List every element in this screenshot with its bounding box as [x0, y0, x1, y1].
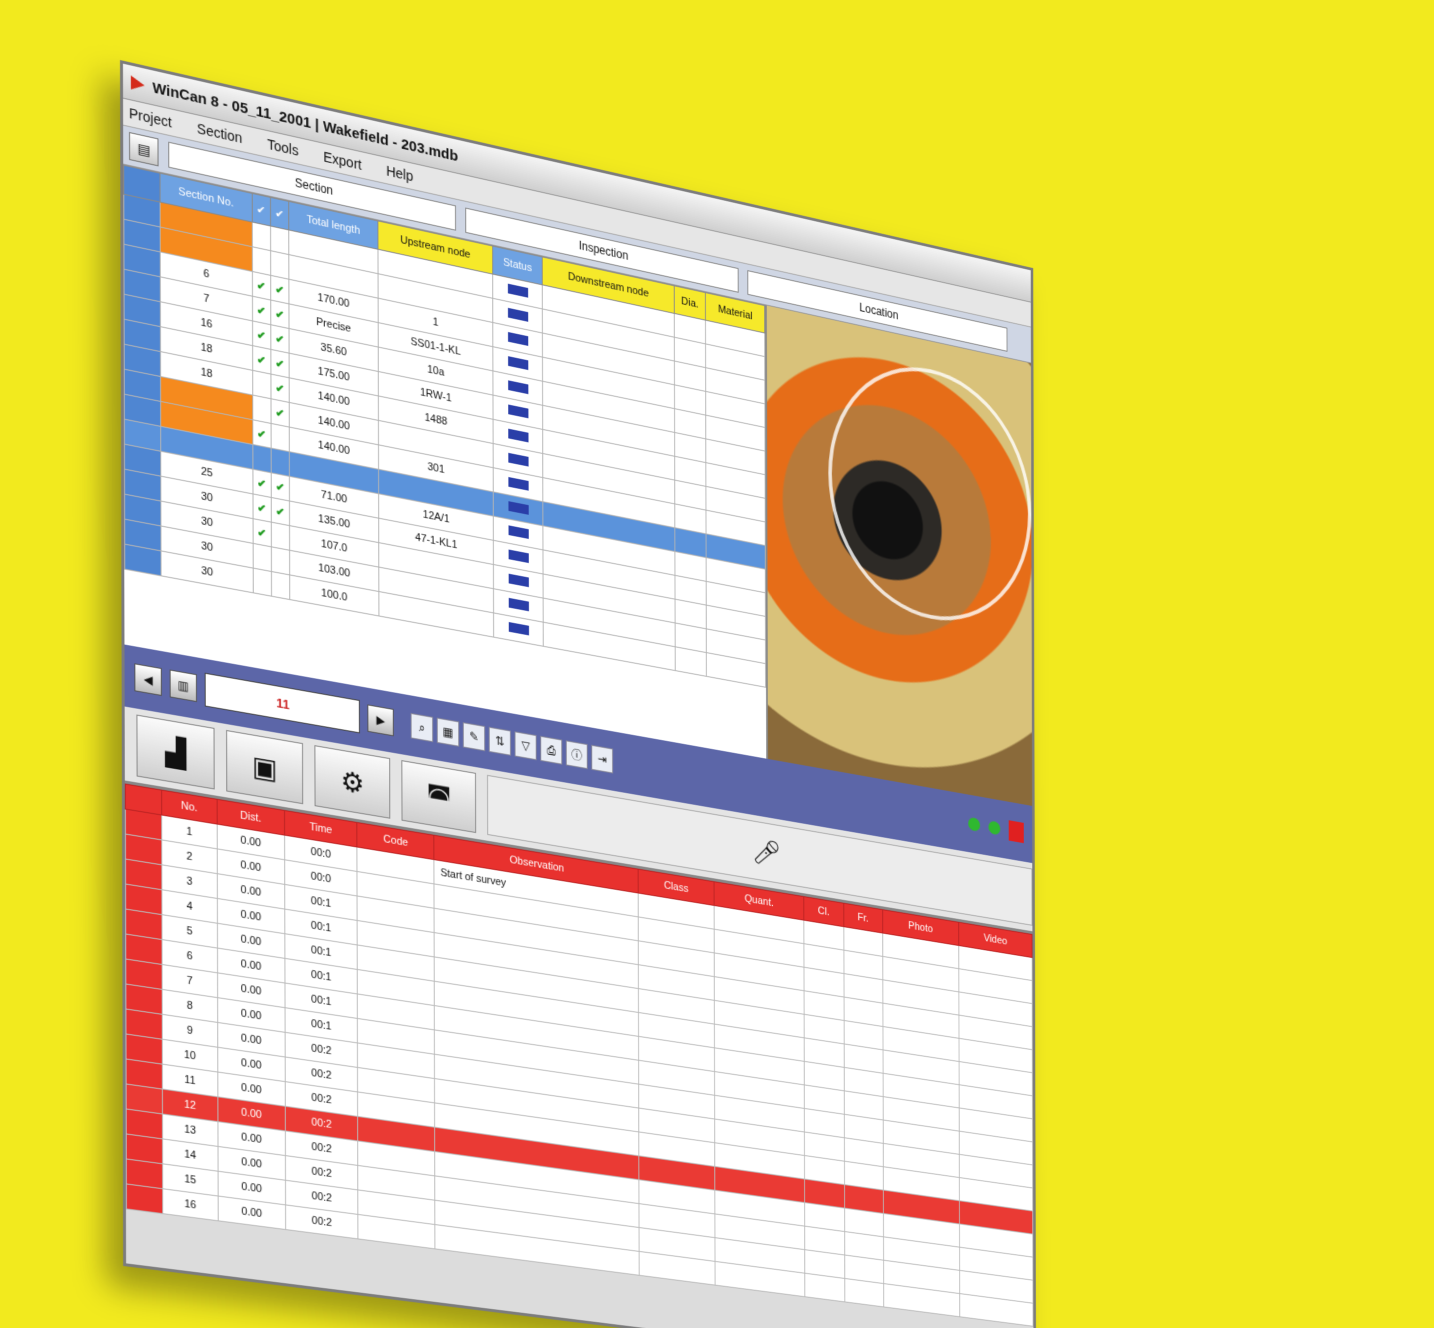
- col-check-2[interactable]: ✔: [270, 197, 289, 230]
- export-icon[interactable]: ⇥: [591, 744, 614, 774]
- print-icon[interactable]: ⎙: [540, 735, 563, 765]
- cell-check-1: [252, 444, 272, 473]
- menu-tools[interactable]: Tools: [267, 136, 298, 159]
- cell-obs-cl: [804, 1273, 845, 1302]
- filter-icon[interactable]: ▽: [514, 731, 537, 761]
- network-icon[interactable]: ⚙: [314, 745, 391, 819]
- sort-icon[interactable]: ⇅: [488, 726, 511, 756]
- search-icon[interactable]: ⌕: [410, 712, 434, 743]
- prev-record-button[interactable]: ◀: [134, 663, 162, 696]
- cell-check-2: ✔: [270, 300, 290, 329]
- screenshot-stage: WinCan 8 - 05_11_2001 | Wakefield - 203.…: [0, 0, 1434, 1328]
- cell-check-2: ✔: [271, 497, 290, 526]
- status-tag-icon: [507, 379, 529, 394]
- pipe-profile-icon[interactable]: ◚: [401, 760, 477, 834]
- cell-check-2: ✔: [271, 472, 290, 501]
- cell-check-1: [252, 543, 272, 572]
- cell-check-2: ✔: [270, 349, 290, 378]
- cell-check-2: [271, 546, 290, 575]
- cell-check-1: [252, 370, 271, 399]
- video-viewer[interactable]: [766, 305, 1033, 806]
- cell-dia: [674, 646, 707, 677]
- info-icon[interactable]: ⓘ: [565, 740, 588, 770]
- menu-export[interactable]: Export: [323, 149, 361, 173]
- edit-icon[interactable]: ✎: [462, 722, 486, 752]
- video-controls: [968, 813, 1024, 844]
- status-tag-icon: [508, 548, 529, 563]
- status-tag-icon: [507, 355, 528, 370]
- menu-help[interactable]: Help: [386, 163, 413, 185]
- inspect-window-icon[interactable]: ▣: [226, 729, 304, 805]
- table-icon[interactable]: ▦: [436, 717, 460, 747]
- app-window: WinCan 8 - 05_11_2001 | Wakefield - 203.…: [120, 60, 1037, 1328]
- camera-icon[interactable]: ▟: [136, 714, 215, 790]
- cell-check-1: ✔: [252, 419, 271, 449]
- status-tag-icon: [507, 331, 528, 346]
- status-tag-icon: [507, 283, 528, 298]
- obs-row-header: [126, 1183, 163, 1214]
- cell-check-1: ✔: [252, 345, 271, 375]
- cell-check-2: ✔: [270, 374, 290, 403]
- stop-icon[interactable]: [1008, 820, 1024, 844]
- col-check-1[interactable]: ✔: [251, 193, 271, 226]
- status-tag-icon: [508, 597, 529, 611]
- next-record-button[interactable]: ▶: [367, 704, 394, 737]
- status-tag-icon: [508, 524, 529, 539]
- cell-check-1: ✔: [252, 320, 271, 350]
- cell-check-2: [271, 571, 290, 600]
- cell-check-2: ✔: [270, 324, 290, 354]
- cell-check-1: ✔: [252, 518, 272, 547]
- play-icon[interactable]: [968, 816, 981, 832]
- cell-check-2: ✔: [270, 398, 290, 428]
- cell-check-2: [270, 448, 290, 477]
- status-tag-icon: [507, 403, 529, 418]
- status-tag-icon: [507, 428, 529, 442]
- cell-check-1: ✔: [252, 469, 272, 498]
- status-tag-icon: [508, 621, 529, 635]
- menu-project[interactable]: Project: [129, 105, 172, 131]
- document-icon[interactable]: ▥: [169, 669, 197, 703]
- cell-check-2: [271, 522, 290, 551]
- cell-check-1: ✔: [252, 296, 271, 325]
- cell-check-1: [252, 568, 272, 597]
- cell-check-2: [270, 423, 290, 452]
- menu-section[interactable]: Section: [197, 120, 242, 146]
- status-tag-icon: [508, 500, 529, 515]
- new-icon[interactable]: ▤: [129, 131, 159, 167]
- microphone-icon[interactable]: 🎤︎: [752, 835, 781, 869]
- cell-check-1: ✔: [252, 493, 272, 523]
- status-tag-icon: [508, 476, 529, 491]
- cell-check-1: [252, 394, 271, 424]
- status-tag-icon: [507, 452, 529, 467]
- cell-obs-fr: [844, 1278, 884, 1307]
- app-logo-icon: [131, 75, 145, 92]
- status-tag-icon: [507, 307, 528, 322]
- status-tag-icon: [508, 573, 529, 587]
- pipe-ring-overlay: [828, 347, 1032, 639]
- record-icon[interactable]: [988, 820, 1001, 836]
